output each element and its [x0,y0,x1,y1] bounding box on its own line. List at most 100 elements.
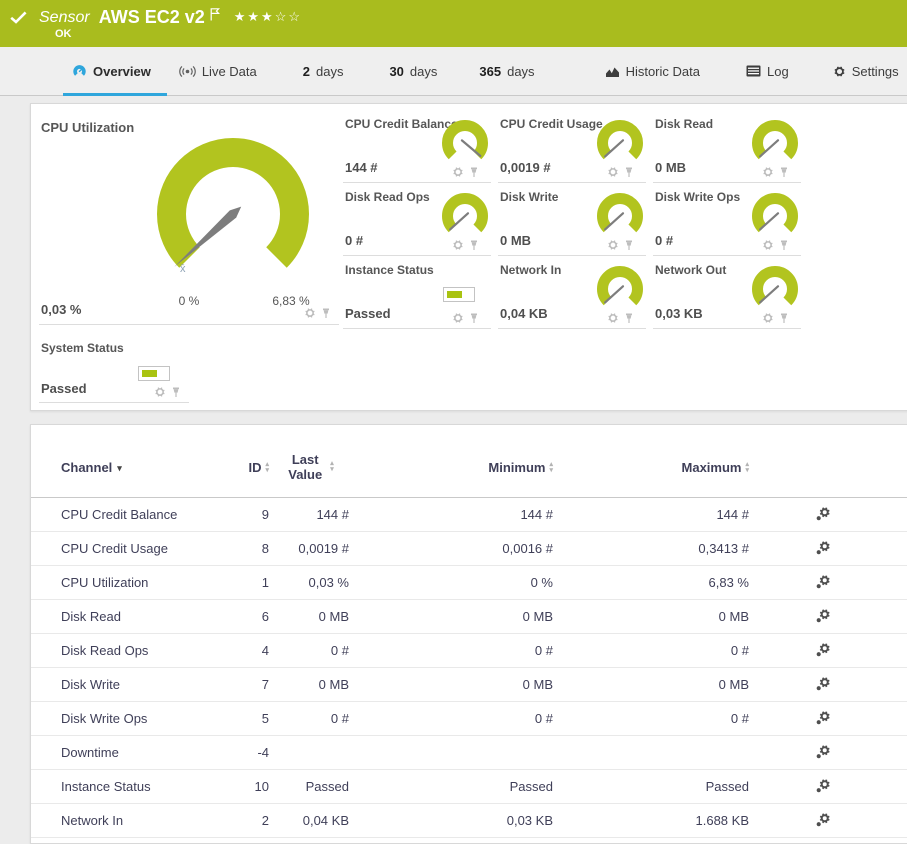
gear-icon[interactable] [607,166,619,178]
cell-minimum: 0 MB [522,609,553,624]
cell-maximum: Passed [705,779,749,794]
channel-settings-icon[interactable] [816,540,831,555]
mini-panel-network-out[interactable]: Network Out 0,03 KB [653,256,801,329]
system-status-panel[interactable]: System Status Passed [39,336,189,403]
channel-settings-icon[interactable] [816,744,831,759]
gear-icon[interactable] [607,312,619,324]
pin-icon[interactable] [469,167,479,178]
cell-channel[interactable]: CPU Credit Balance [61,507,211,522]
gear-icon[interactable] [762,239,774,251]
tab-log[interactable]: Log [746,47,789,95]
channel-settings-icon[interactable] [816,778,831,793]
mini-panel-disk-write[interactable]: Disk Write 0 MB [498,183,646,256]
cell-last-value: 0,03 % [308,575,349,590]
cell-last-value: 0 # [330,643,349,658]
tab-30-days[interactable]: 30 days [389,47,437,95]
cell-maximum: 1.688 KB [695,813,750,828]
column-header-maximum[interactable]: Maximum ▴ ▾ [553,460,749,475]
pin-icon[interactable] [469,313,479,324]
gear-icon[interactable] [762,166,774,178]
column-header-channel[interactable]: Channel ▾ [61,460,211,475]
cell-channel[interactable]: Disk Write [61,677,211,692]
channel-settings-icon[interactable] [816,506,831,521]
tab-live-data[interactable]: Live Data [179,47,257,95]
mini-panel-cpu-credit-usage[interactable]: CPU Credit Usage 0,0019 # [498,110,646,183]
cpu-utilization-gauge [148,129,318,299]
cell-channel[interactable]: Network In [61,813,211,828]
channel-title: Disk Write [500,190,559,204]
disk-write-ops-gauge [751,192,799,242]
gear-icon[interactable] [762,312,774,324]
channel-value: 0 MB [655,160,687,175]
channel-title: Instance Status [345,263,434,277]
sort-icon: ▴ ▾ [745,461,749,475]
disk-write-gauge [596,192,644,242]
priority-flag-icon[interactable] [210,8,220,21]
pin-icon[interactable] [624,240,634,251]
gear-icon[interactable] [452,166,464,178]
cell-channel[interactable]: Disk Read Ops [61,643,211,658]
pin-icon[interactable] [779,313,789,324]
pin-icon[interactable] [624,313,634,324]
cell-maximum: 6,83 % [708,575,749,590]
channel-settings-icon[interactable] [816,608,831,623]
cell-id: 6 [261,609,269,624]
cell-minimum: 0 MB [522,677,553,692]
channel-settings-icon[interactable] [816,642,831,657]
cell-minimum: 0,03 KB [506,813,553,828]
pin-icon[interactable] [321,308,331,319]
cell-channel[interactable]: Instance Status [61,779,211,794]
cell-maximum: 0 MB [718,677,749,692]
channel-settings-icon[interactable] [816,676,831,691]
column-header-minimum[interactable]: Minimum ▴ ▾ [349,460,553,475]
channel-title: System Status [41,341,124,355]
network-in-gauge [596,265,644,315]
channel-settings-icon[interactable] [816,574,831,589]
cell-channel[interactable]: CPU Credit Usage [61,541,211,556]
status-toggle-indicator [441,265,489,315]
priority-stars[interactable]: ★★★☆☆ [234,9,302,25]
cell-id: -4 [257,745,269,760]
column-header-id[interactable]: ID ▴ ▾ [211,460,269,475]
table-row-instance-status: Instance Status 10 Passed Passed Passed [31,770,907,804]
pin-icon[interactable] [171,387,181,398]
channel-title: CPU Credit Usage [500,117,603,131]
cell-channel[interactable]: Disk Write Ops [61,711,211,726]
gear-icon[interactable] [154,386,166,398]
main-gauge-panel[interactable]: CPU Utilization x̄ 0 % 6,83 % 0,03 % [39,112,339,325]
channel-settings-icon[interactable] [816,710,831,725]
gauge-max-label: 6,83 % [272,294,310,308]
cell-channel[interactable]: CPU Utilization [61,575,211,590]
cell-maximum: 0 # [730,711,749,726]
cell-channel[interactable]: Downtime [61,745,211,760]
cell-channel[interactable]: Disk Read [61,609,211,624]
cell-id: 1 [261,575,269,590]
pin-icon[interactable] [779,167,789,178]
column-header-last-value[interactable]: Last Value ▴ ▾ [269,452,349,482]
cpu-credit-usage-gauge [596,119,644,169]
pin-icon[interactable] [779,240,789,251]
gear-icon[interactable] [452,239,464,251]
tab-2-days[interactable]: 2 days [303,47,344,95]
tab-overview[interactable]: Overview [63,47,167,96]
tab-settings[interactable]: Settings [833,47,899,95]
tab-historic-data[interactable]: Historic Data [605,47,700,95]
mini-panel-cpu-credit-balance[interactable]: CPU Credit Balance 144 # [343,110,491,183]
mini-panel-network-in[interactable]: Network In 0,04 KB [498,256,646,329]
mini-panel-instance-status[interactable]: Instance Status Passed [343,256,491,329]
mini-panel-disk-read-ops[interactable]: Disk Read Ops 0 # [343,183,491,256]
sort-icon: ▴ ▾ [330,460,334,473]
pin-icon[interactable] [624,167,634,178]
mini-panel-disk-write-ops[interactable]: Disk Write Ops 0 # [653,183,801,256]
channel-settings-icon[interactable] [816,812,831,827]
tab-365-days[interactable]: 365 days [479,47,534,95]
gear-icon[interactable] [452,312,464,324]
cell-last-value: 0 # [330,711,349,726]
channel-value: 0,04 KB [500,306,548,321]
mini-panel-disk-read[interactable]: Disk Read 0 MB [653,110,801,183]
gear-icon[interactable] [304,307,316,319]
table-row-network-in: Network In 2 0,04 KB 0,03 KB 1.688 KB [31,804,907,838]
gear-icon[interactable] [607,239,619,251]
pin-icon[interactable] [469,240,479,251]
cell-maximum: 0 # [730,643,749,658]
